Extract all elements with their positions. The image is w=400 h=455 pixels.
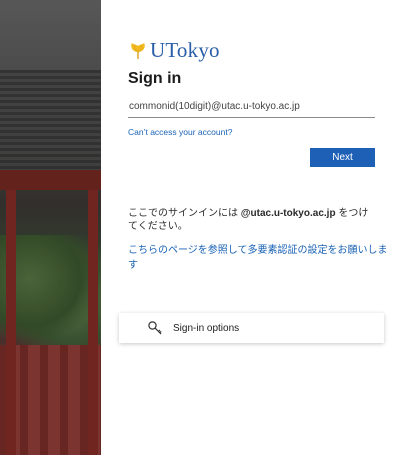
brand-name: UTokyo bbox=[150, 38, 220, 62]
instructions-domain: @utac.u-tokyo.ac.jp bbox=[240, 208, 336, 219]
brand-logo: UTokyo bbox=[128, 38, 220, 63]
cant-access-account-link[interactable]: Can’t access your account? bbox=[128, 127, 232, 137]
background-overlay bbox=[0, 0, 101, 455]
mfa-setup-link[interactable]: こちらのページを参照して多要素認証の設定をお願いします bbox=[128, 241, 388, 271]
signin-options-button[interactable]: Sign-in options bbox=[119, 313, 384, 343]
signin-options-label: Sign-in options bbox=[173, 322, 240, 334]
page-title: Sign in bbox=[128, 70, 182, 87]
background-image bbox=[0, 0, 101, 455]
ginkgo-leaf-icon bbox=[131, 42, 145, 59]
email-field[interactable] bbox=[128, 96, 375, 118]
signin-panel: UTokyo Sign in Can’t access your account… bbox=[101, 0, 400, 455]
signin-instructions: ここでのサインインには @utac.u-tokyo.ac.jp をつけてください… bbox=[128, 207, 378, 233]
next-button[interactable]: Next bbox=[310, 148, 375, 167]
key-icon bbox=[148, 321, 162, 335]
instructions-prefix: ここでのサインインには bbox=[128, 208, 241, 219]
